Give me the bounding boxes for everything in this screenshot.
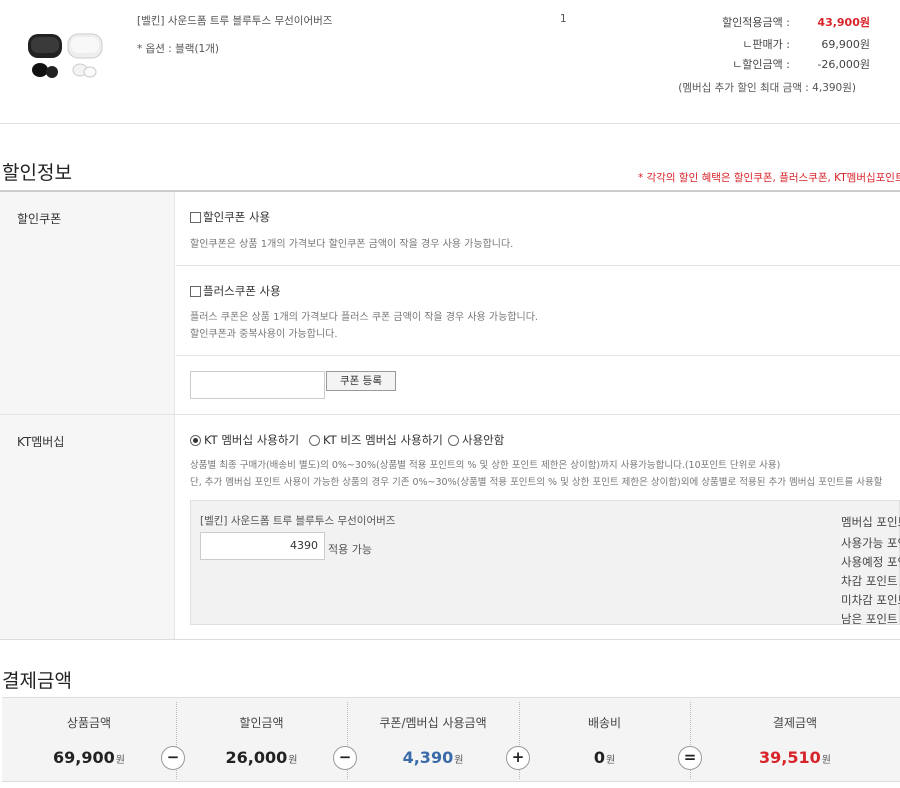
membership-max-discount-note: (멤버십 추가 할인 최대 금액 : 4,390원)	[678, 82, 856, 94]
total-payment-value: 39,510원	[759, 748, 831, 767]
plus-coupon-label: 플러스쿠폰 사용	[203, 284, 281, 298]
discount-applied-value: 43,900원	[817, 16, 870, 29]
total-payment-label: 결제금액	[772, 716, 818, 730]
use-coupon-checkbox[interactable]: 할인쿠폰 사용	[190, 209, 270, 225]
earbuds-product-image	[28, 33, 103, 78]
product-amount-value: 69,900원	[53, 748, 125, 767]
radio-unselected-icon[interactable]	[448, 434, 459, 446]
kt-membership-label: KT멤버십	[17, 435, 65, 449]
discount-amount-value: 26,000원	[225, 748, 298, 767]
order-product-row: [벨킨] 사운드폼 트루 블루투스 무선이어버즈 * 옵션 : 블랙(1개) 1…	[0, 0, 900, 124]
kt-biz-membership-radio-label: KT 비즈 멤버십 사용하기	[323, 433, 443, 447]
radio-unselected-icon[interactable]	[309, 434, 320, 446]
checkbox-box-icon[interactable]	[190, 285, 201, 297]
product-name[interactable]: [벨킨] 사운드폼 트루 블루투스 무선이어버즈	[137, 13, 332, 28]
discount-amount-label: ㄴ할인금액 :	[732, 58, 790, 71]
discount-applied-label: 할인적용금액 :	[722, 16, 790, 29]
product-amount-col: 상품금액 69,900원	[2, 698, 176, 783]
shipping-fee-label: 배송비	[587, 716, 622, 730]
discount-info-note: * 각각의 할인 혜택은 할인쿠폰, 플러스쿠폰, KT멤버십포인트를	[638, 172, 900, 184]
sale-price-label: ㄴ판매가 :	[742, 38, 790, 51]
product-quantity: 1	[560, 13, 567, 25]
point-available-label: 적용 가능	[328, 543, 372, 556]
plus-coupon-checkbox[interactable]: 플러스쿠폰 사용	[190, 283, 281, 299]
point-product-name: [벨킨] 사운드폼 트루 블루투스 무선이어버즈	[200, 515, 396, 527]
discount-label-column	[0, 192, 175, 639]
payment-title: 결제금액	[2, 670, 72, 692]
use-coupon-desc: 할인쿠폰은 상품 1개의 가격보다 할인쿠폰 금액이 작을 경우 사용 가능합니…	[190, 239, 514, 250]
kt-desc-1: 상품별 최종 구매가(배송비 별도)의 0%~30%(상품별 적용 포인트의 %…	[190, 460, 781, 471]
coupon-code-input[interactable]	[190, 371, 325, 399]
discount-amount-col: 할인금액 26,000원	[176, 698, 347, 783]
shipping-fee-value: 0원	[593, 748, 616, 767]
kt-membership-radio-label: KT 멤버십 사용하기	[204, 433, 300, 447]
kt-desc-2: 단, 추가 멤버십 포인트 사용이 가능한 상품의 경우 기존 0%~30%(상…	[190, 477, 883, 488]
checkbox-box-icon[interactable]	[190, 211, 201, 223]
discount-amount-label: 할인금액	[239, 716, 284, 730]
kt-biz-membership-radio[interactable]: KT 비즈 멤버십 사용하기	[309, 432, 443, 448]
coupon-register-button[interactable]: 쿠폰 등록	[326, 371, 396, 391]
kt-membership-radio[interactable]: KT 멤버십 사용하기	[190, 432, 299, 448]
divider	[176, 265, 900, 266]
radio-selected-icon[interactable]	[190, 434, 201, 446]
coupon-membership-amount-col: 쿠폰/멤버십 사용금액 4,390원	[347, 698, 519, 783]
coupon-membership-amount-value: 4,390원	[402, 748, 464, 767]
plus-coupon-desc-1: 플러스 쿠폰은 상품 1개의 가격보다 플러스 쿠폰 금액이 작을 경우 사용 …	[190, 312, 539, 323]
discount-info-title: 할인정보	[2, 162, 72, 184]
product-option: * 옵션 : 블랙(1개)	[137, 43, 219, 55]
total-payment-col: 결제금액 39,510원	[690, 698, 900, 783]
plus-coupon-desc-2: 할인쿠폰과 중복사용이 가능합니다.	[190, 329, 338, 340]
product-amount-label: 상품금액	[66, 716, 112, 730]
discount-amount-value: -26,000원	[817, 58, 870, 71]
divider	[176, 355, 900, 356]
payment-summary: 상품금액 69,900원 − 할인금액 26,000원 − 쿠폰/멤버십 사용금…	[2, 697, 900, 782]
sale-price-value: 69,900원	[821, 38, 870, 51]
coupon-section-label: 할인쿠폰	[17, 212, 62, 226]
divider	[0, 414, 900, 415]
no-membership-radio[interactable]: 사용안함	[448, 432, 504, 448]
use-coupon-label: 할인쿠폰 사용	[203, 210, 271, 224]
coupon-membership-amount-label: 쿠폰/멤버십 사용금액	[379, 716, 487, 730]
no-membership-radio-label: 사용안함	[462, 433, 505, 447]
shipping-fee-col: 배송비 0원	[519, 698, 690, 783]
point-amount-input[interactable]: 4390	[200, 532, 325, 560]
